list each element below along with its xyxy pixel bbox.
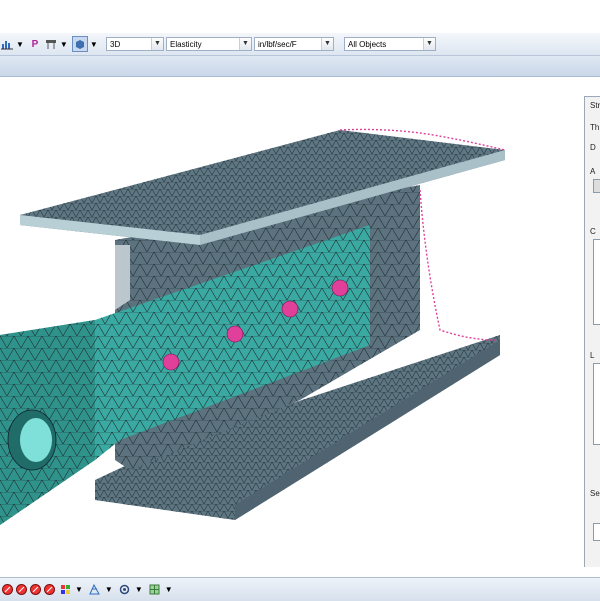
panel-title: Str <box>590 101 600 110</box>
panel-label-a: A <box>590 167 596 176</box>
panel-label-c: C <box>590 227 596 236</box>
top-white-area <box>0 0 600 33</box>
ribbon-band <box>0 56 600 77</box>
selection-filter-value: All Objects <box>348 40 387 49</box>
chevron-down-icon[interactable]: ▼ <box>90 40 98 49</box>
view-mode-value: 3D <box>110 40 121 49</box>
chart-icon[interactable] <box>0 37 14 51</box>
grid-icon[interactable] <box>148 582 162 596</box>
chevron-down-icon[interactable]: ▼ <box>60 40 68 49</box>
chevron-down-icon[interactable]: ▼ <box>321 38 333 50</box>
pin-hole-bore <box>20 418 52 462</box>
chevron-down-icon[interactable]: ▼ <box>165 585 173 594</box>
bottom-toolbar: ▼ ▼ ▼ ▼ <box>0 577 600 601</box>
selection-filter-combo[interactable]: All Objects ▼ <box>344 37 436 51</box>
panel-label-th: Th <box>590 123 600 132</box>
panel-field-a[interactable] <box>593 179 600 193</box>
chevron-down-icon[interactable]: ▼ <box>135 585 143 594</box>
analysis-type-combo[interactable]: Elasticity ▼ <box>166 37 252 51</box>
bolt-hole-4 <box>331 279 349 297</box>
chevron-down-icon[interactable]: ▼ <box>75 585 83 594</box>
chevron-down-icon[interactable]: ▼ <box>423 38 435 50</box>
delete-icon[interactable] <box>16 583 27 595</box>
bolt-hole-1 <box>162 353 180 371</box>
panel-list-c[interactable] <box>593 239 600 325</box>
color-tool-icon[interactable] <box>58 582 72 596</box>
chevron-down-icon[interactable]: ▼ <box>151 38 163 50</box>
units-combo[interactable]: in/lbf/sec/F ▼ <box>254 37 334 51</box>
chevron-down-icon[interactable]: ▼ <box>105 585 113 594</box>
constraint-markers-side <box>419 189 496 341</box>
delete-icon[interactable] <box>30 583 41 595</box>
panel-label-d: D <box>590 143 596 152</box>
mesh-icon[interactable] <box>88 582 102 596</box>
fea-mesh-model[interactable] <box>0 77 584 577</box>
panel-list-l[interactable] <box>593 363 600 445</box>
units-value: in/lbf/sec/F <box>258 40 297 49</box>
analysis-type-value: Elasticity <box>170 40 202 49</box>
settings-icon[interactable] <box>118 582 132 596</box>
main-toolbar: ▼ P ▼ ▼ 3D ▼ Elasticity ▼ in/lbf/sec/F ▼… <box>0 33 600 56</box>
delete-icon[interactable] <box>2 583 13 595</box>
structure-side-panel: Str Th D A C L Se <box>584 96 600 567</box>
chevron-down-icon[interactable]: ▼ <box>239 38 251 50</box>
delete-icon[interactable] <box>44 583 55 595</box>
model-viewport[interactable] <box>0 77 600 577</box>
p-icon[interactable]: P <box>28 37 42 51</box>
web-inner-light <box>115 245 130 310</box>
view-cube-icon[interactable] <box>71 36 88 52</box>
bolt-hole-3 <box>281 300 299 318</box>
panel-label-l: L <box>590 351 595 360</box>
panel-label-se: Se <box>590 489 600 498</box>
view-mode-combo[interactable]: 3D ▼ <box>106 37 164 51</box>
hierarchy-icon[interactable] <box>44 37 58 51</box>
bolt-hole-2 <box>226 325 244 343</box>
panel-button[interactable] <box>593 523 600 541</box>
chevron-down-icon[interactable]: ▼ <box>16 40 24 49</box>
